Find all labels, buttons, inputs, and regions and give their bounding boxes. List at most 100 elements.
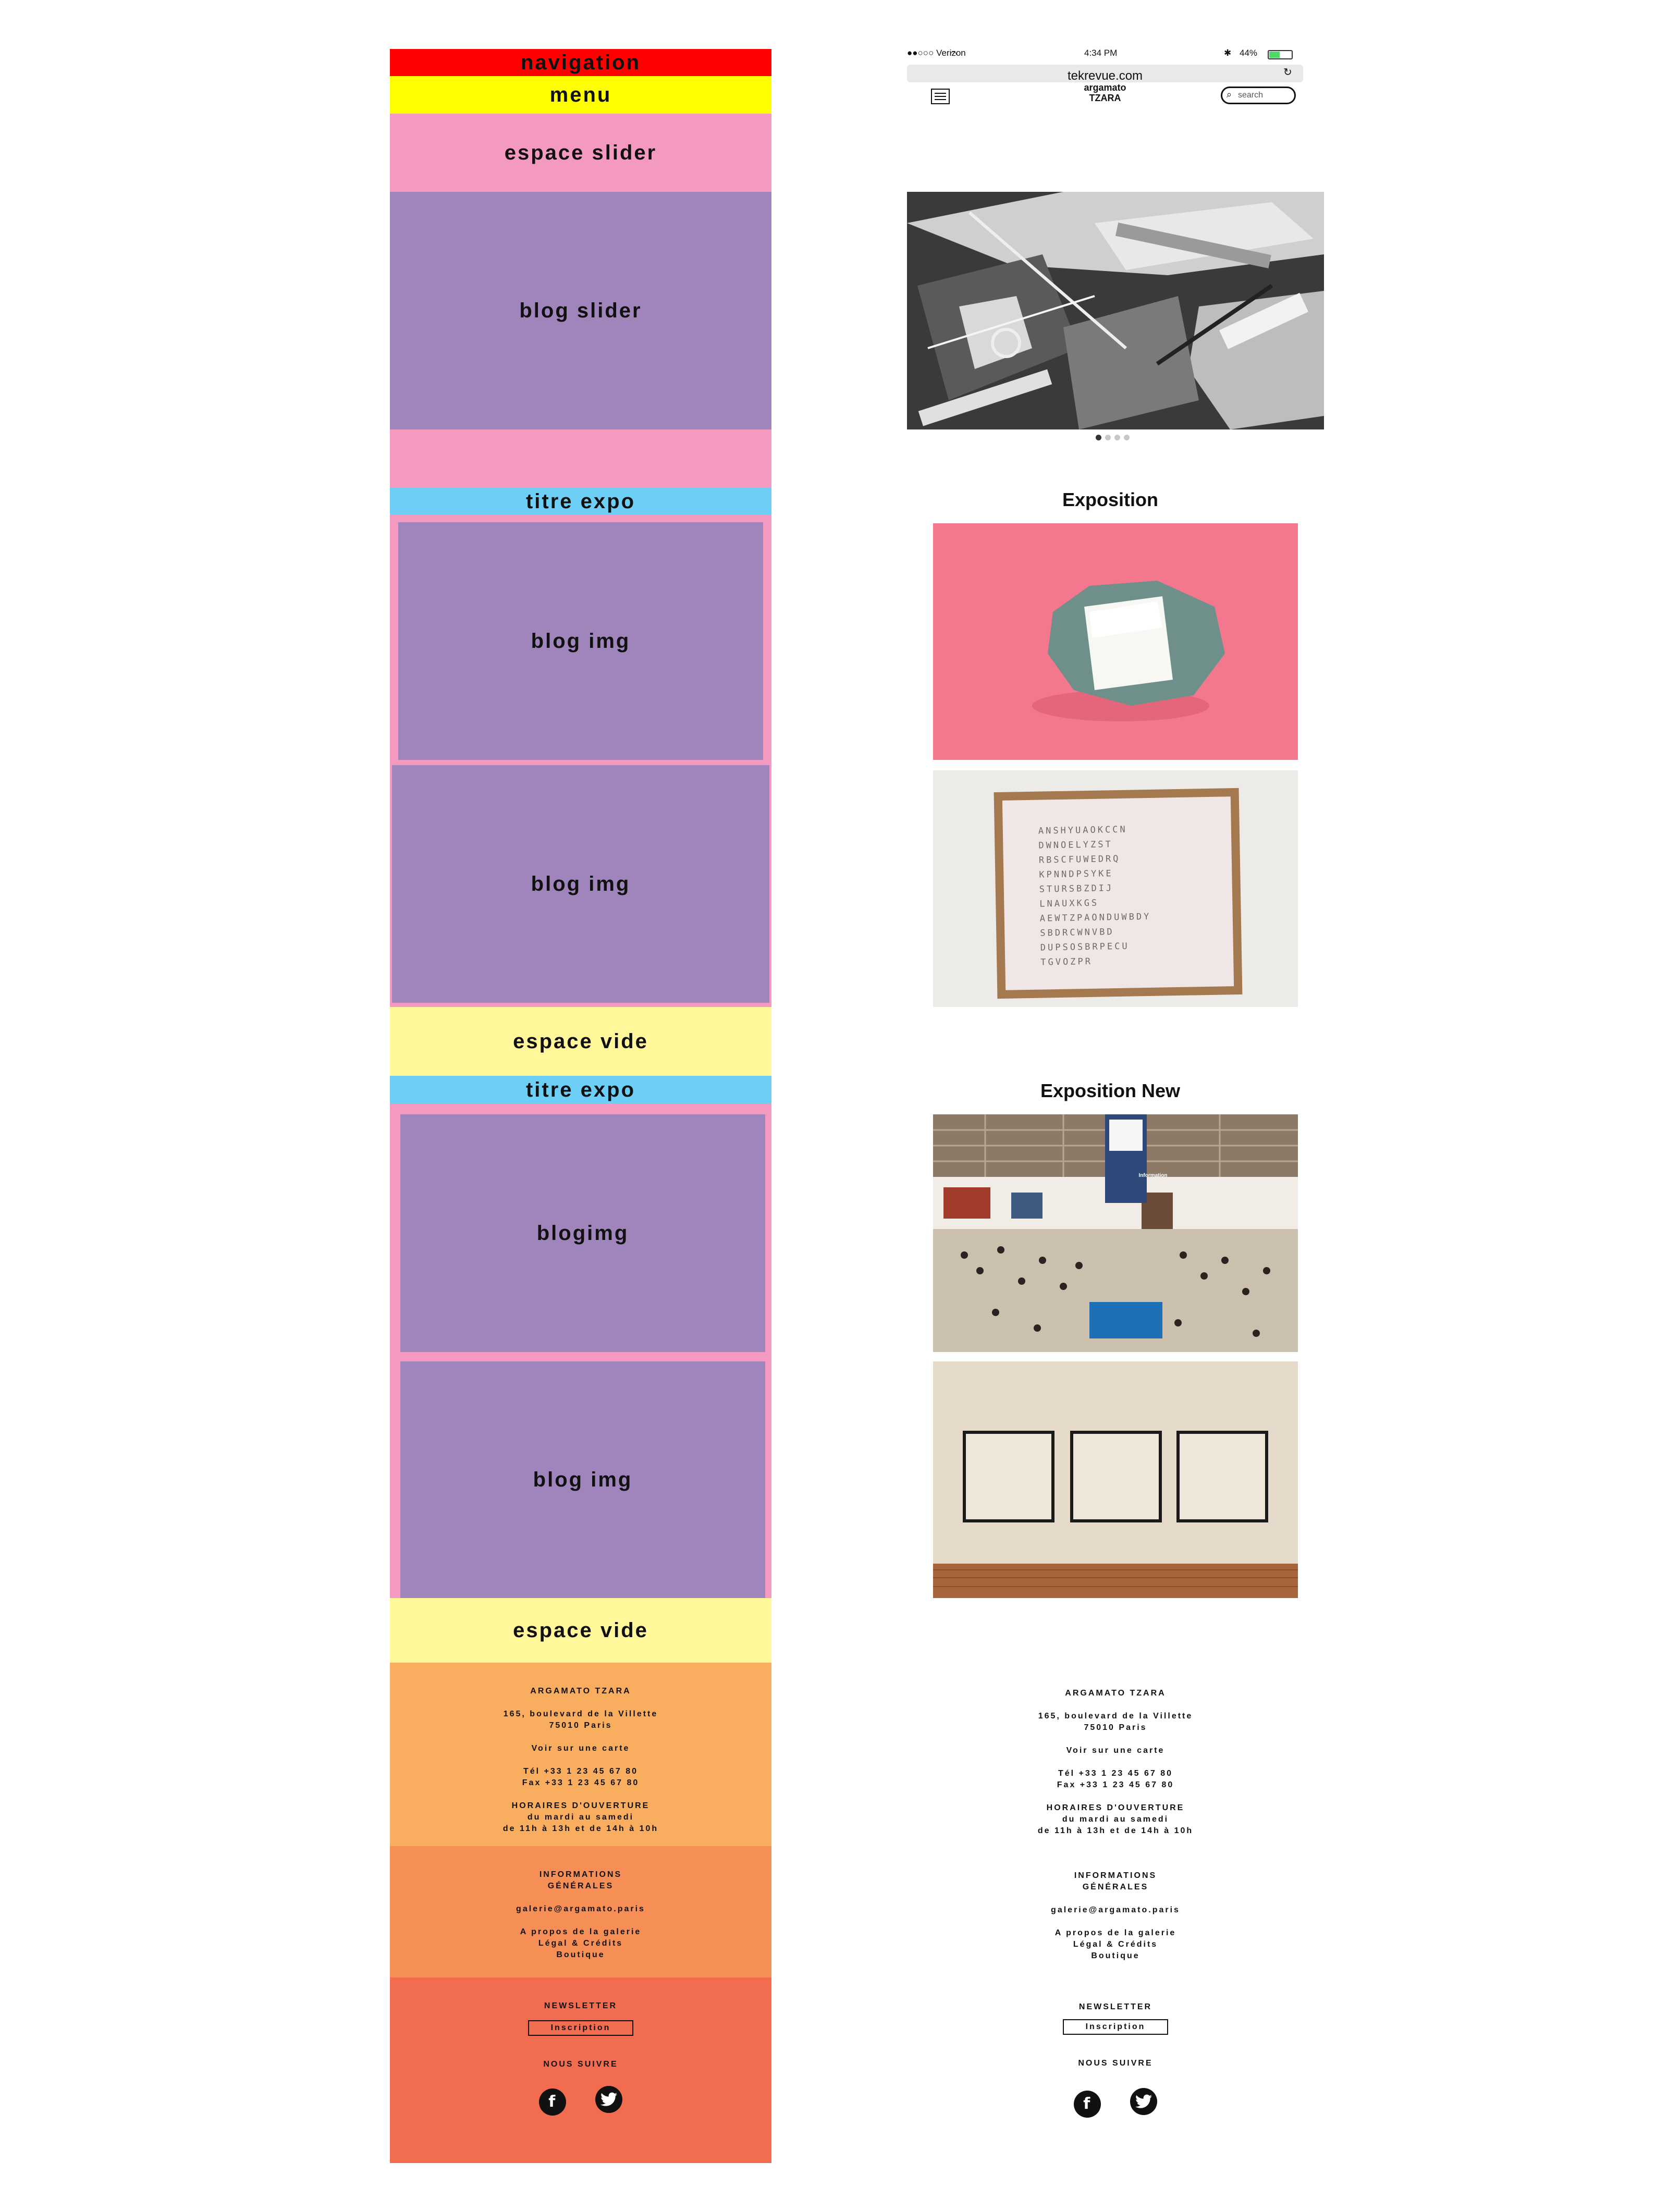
- footer-hours-times: de 11h à 13h et de 14h à 10h: [502, 1824, 659, 1833]
- footer-hours-times: de 11h à 13h et de 14h à 10h: [1037, 1826, 1194, 1835]
- footer-shop-link[interactable]: Boutique: [907, 1950, 1324, 1962]
- status-time: 4:34 PM: [1084, 48, 1118, 58]
- facebook-icon[interactable]: f: [539, 2088, 567, 2116]
- wire-blog-img-2: blog img: [392, 765, 769, 1003]
- social-links: f: [907, 2088, 1324, 2118]
- twitter-bird-glyph: [1135, 2094, 1152, 2108]
- footer-newsletter-title: NEWSLETTER: [1078, 2002, 1152, 2011]
- slider-dot-1[interactable]: [1096, 435, 1101, 440]
- expo-image-fair[interactable]: Information: [933, 1114, 1298, 1352]
- logo-line1: argamato: [1084, 82, 1126, 93]
- battery-level: [1269, 52, 1280, 58]
- wire-espace-slider: espace slider: [390, 114, 771, 192]
- footer-tel: Tél +33 1 23 45 67 80: [1058, 1769, 1173, 1778]
- expo-image-frames[interactable]: [933, 1361, 1298, 1598]
- site-logo[interactable]: argamato TZARA: [1063, 82, 1147, 103]
- footer-info-title-2: GÉNÉRALES: [1082, 1883, 1149, 1891]
- footer-hours-days: du mardi au samedi: [1062, 1815, 1169, 1824]
- footer-map-link[interactable]: Voir sur une carte: [390, 1743, 771, 1754]
- wire-blog-img-3: blogimg: [400, 1114, 765, 1352]
- footer-hours-title: HORAIRES D'OUVERTURE: [1046, 1803, 1185, 1812]
- footer-address-line2: 75010 Paris: [1084, 1723, 1147, 1732]
- wifi-icon: ◠: [950, 50, 957, 59]
- footer-hours-days: du mardi au samedi: [527, 1813, 634, 1822]
- footer-hours-title: HORAIRES D'OUVERTURE: [511, 1801, 650, 1810]
- logo-line2: TZARA: [1089, 93, 1121, 103]
- wire-titre-expo-1: titre expo: [390, 488, 771, 515]
- footer-gallery-name: ARGAMATO TZARA: [530, 1687, 631, 1695]
- search-placeholder: search: [1238, 91, 1264, 100]
- wire-menu: menu: [390, 76, 771, 114]
- hamburger-icon[interactable]: [931, 89, 950, 104]
- slider-image[interactable]: [907, 192, 1324, 429]
- section-title-exposition: Exposition: [1062, 489, 1158, 510]
- wire-espace-vide-1: espace vide: [390, 1007, 771, 1076]
- footer-legal-link[interactable]: Légal & Crédits: [907, 1939, 1324, 1950]
- bluetooth-icon: ✱: [1224, 48, 1232, 58]
- slider-photo-art: [907, 192, 1324, 429]
- booth-sign-text: Information: [1138, 1173, 1168, 1178]
- rock-photo-art: [933, 523, 1298, 760]
- footer-address-line1: 165, boulevard de la Villette: [1038, 1712, 1193, 1721]
- footer-gallery-name: ARGAMATO TZARA: [1065, 1689, 1166, 1698]
- newsletter-inscription-button[interactable]: Inscription: [528, 2020, 634, 2036]
- expo-image-rock[interactable]: [933, 523, 1298, 760]
- phone-footer-newsletter: NEWSLETTER Inscription NOUS SUIVRE f: [907, 2001, 1324, 2118]
- browser-url-bar[interactable]: tekrevue.com ↻: [907, 65, 1303, 83]
- footer-newsletter-title: NEWSLETTER: [544, 2001, 618, 2010]
- search-input[interactable]: ⌕ search: [1221, 87, 1296, 104]
- footer-map-link[interactable]: Voir sur une carte: [907, 1745, 1324, 1756]
- footer-about-link[interactable]: A propos de la galerie: [907, 1927, 1324, 1939]
- footer-email-link[interactable]: galerie@argamato.paris: [390, 1903, 771, 1915]
- wire-slider-spacer: [390, 429, 771, 488]
- footer-info-title: INFORMATIONS: [539, 1870, 622, 1879]
- ios-status-bar: ●●○○○ Verizon ◠ 4:34 PM ✱ 44%: [907, 48, 1303, 64]
- wire-footer-newsletter: NEWSLETTER Inscription NOUS SUIVRE f: [390, 1977, 771, 2163]
- phone-footer-contact: ARGAMATO TZARA 165, boulevard de la Vill…: [907, 1688, 1324, 1837]
- twitter-icon[interactable]: [1130, 2088, 1157, 2115]
- footer-fax: Fax +33 1 23 45 67 80: [1057, 1780, 1174, 1789]
- footer-tel: Tél +33 1 23 45 67 80: [523, 1767, 638, 1776]
- wire-titre-expo-2: titre expo: [390, 1076, 771, 1104]
- wire-espace-vide-2: espace vide: [390, 1598, 771, 1663]
- wire-footer-contact: ARGAMATO TZARA 165, boulevard de la Vill…: [390, 1663, 771, 1869]
- letter-grid: ANSHYUAOKCCN DWNOELYZST RBSCFUWEDRQ KPNN…: [1002, 796, 1234, 990]
- fair-photo-art: [933, 1114, 1298, 1352]
- wire-blog-slider: blog slider: [390, 192, 771, 429]
- reload-icon[interactable]: ↻: [1283, 66, 1292, 78]
- newsletter-inscription-button[interactable]: Inscription: [1062, 2019, 1169, 2035]
- facebook-icon[interactable]: f: [1074, 2090, 1101, 2118]
- twitter-icon[interactable]: [595, 2086, 622, 2113]
- wireframe-column: navigation menu espace slider blog slide…: [390, 0, 771, 2187]
- wire-blog-img-4: blog img: [400, 1361, 765, 1598]
- battery-percent: 44%: [1240, 48, 1258, 58]
- footer-info-title: INFORMATIONS: [1074, 1871, 1157, 1880]
- social-links: f: [390, 2086, 771, 2116]
- wire-navigation: navigation: [390, 49, 771, 76]
- twitter-bird-glyph: [600, 2092, 617, 2106]
- phone-footer-info: INFORMATIONS GÉNÉRALES galerie@argamato.…: [907, 1870, 1324, 1962]
- wire-blog-img-1: blog img: [398, 522, 763, 760]
- footer-legal-link[interactable]: Légal & Crédits: [390, 1938, 771, 1949]
- frames-photo-art: [933, 1361, 1298, 1598]
- footer-email-link[interactable]: galerie@argamato.paris: [907, 1905, 1324, 1916]
- search-icon: ⌕: [1227, 89, 1232, 100]
- phone-mockup: ●●○○○ Verizon ◠ 4:34 PM ✱ 44% tekrevue.c…: [907, 0, 1324, 2187]
- footer-follow-title: NOUS SUIVRE: [543, 2060, 618, 2069]
- slider-dot-3[interactable]: [1114, 435, 1120, 440]
- footer-about-link[interactable]: A propos de la galerie: [390, 1926, 771, 1938]
- footer-follow-title: NOUS SUIVRE: [1078, 2059, 1153, 2068]
- slider-dot-2[interactable]: [1105, 435, 1111, 440]
- footer-info-title-2: GÉNÉRALES: [547, 1882, 614, 1890]
- expo-image-letters[interactable]: ANSHYUAOKCCN DWNOELYZST RBSCFUWEDRQ KPNN…: [933, 770, 1298, 1007]
- slider-dots[interactable]: [1096, 435, 1137, 441]
- url-text: tekrevue.com: [1067, 69, 1143, 83]
- slider-dot-4[interactable]: [1124, 435, 1130, 440]
- footer-fax: Fax +33 1 23 45 67 80: [522, 1778, 640, 1787]
- footer-address-line1: 165, boulevard de la Villette: [503, 1710, 658, 1718]
- grid-row: TGVOZPR: [1040, 956, 1093, 968]
- footer-shop-link[interactable]: Boutique: [390, 1949, 771, 1961]
- footer-address-line2: 75010 Paris: [549, 1721, 612, 1730]
- section-title-exposition-new: Exposition New: [1040, 1080, 1181, 1101]
- battery-icon: [1268, 50, 1293, 59]
